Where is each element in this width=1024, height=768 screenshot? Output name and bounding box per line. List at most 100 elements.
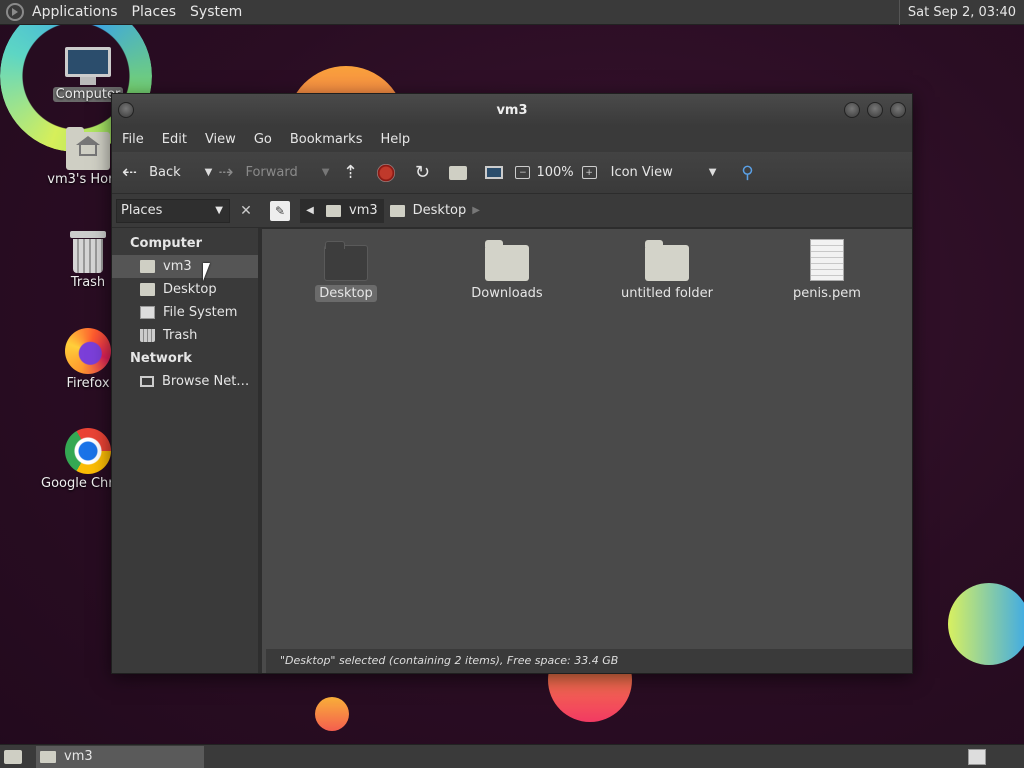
home-button[interactable] xyxy=(447,162,469,184)
file-view[interactable]: Desktop Downloads untitled folder penis.… xyxy=(262,228,912,673)
sidebar-header-computer: Computer xyxy=(130,236,203,251)
drive-icon xyxy=(140,306,155,319)
file-label: Desktop xyxy=(315,285,377,302)
location-bar: Places ▼ ✕ ✎ ◀ vm3 Desktop ▶ xyxy=(112,194,912,228)
file-manager-window: vm3 File Edit View Go Bookmarks Help ⇠ B… xyxy=(111,93,913,674)
sidebar-pane-select[interactable]: Places ▼ xyxy=(116,198,230,223)
home-folder-icon xyxy=(140,260,155,273)
forward-history-dropdown[interactable]: ▼ xyxy=(322,167,330,178)
view-mode-label: Icon View xyxy=(610,165,673,180)
chrome-icon xyxy=(65,428,111,474)
minimize-button[interactable] xyxy=(844,102,860,118)
menu-view[interactable]: View xyxy=(205,132,236,147)
show-desktop-icon[interactable] xyxy=(4,749,22,764)
sidebar-item-vm3[interactable]: vm3 xyxy=(112,255,258,278)
file-item-desktop[interactable]: Desktop xyxy=(286,239,406,302)
sidebar-item-label: Desktop xyxy=(163,282,217,297)
file-label: Downloads xyxy=(471,286,543,301)
up-arrow-icon[interactable]: ⇡ xyxy=(339,162,361,184)
sidebar-item-file-system[interactable]: File System xyxy=(112,301,258,324)
wallpaper-circle xyxy=(315,697,349,731)
taskbar-window-button[interactable]: vm3 xyxy=(36,745,204,768)
applications-menu[interactable]: Applications xyxy=(32,4,118,20)
home-icon xyxy=(449,165,468,180)
mouse-pointer-icon xyxy=(203,263,210,281)
taskbar-window-label: vm3 xyxy=(64,749,93,764)
window-titlebar[interactable]: vm3 xyxy=(112,94,912,126)
places-sidebar: Computer vm3 Desktop File System Trash N… xyxy=(112,228,262,673)
computer-button[interactable] xyxy=(483,162,505,184)
wallpaper-circle xyxy=(948,583,1024,665)
breadcrumb-desktop[interactable]: Desktop ▶ xyxy=(384,199,486,223)
chevron-down-icon: ▼ xyxy=(708,167,717,178)
firefox-icon xyxy=(65,328,111,374)
close-sidebar-icon[interactable]: ✕ xyxy=(236,201,256,221)
sidebar-pane-label: Places xyxy=(121,203,163,218)
zoom-out-icon[interactable]: − xyxy=(515,166,531,179)
workspace-switcher[interactable] xyxy=(968,748,986,765)
back-history-dropdown[interactable]: ▼ xyxy=(205,167,213,178)
window-menu-button[interactable] xyxy=(118,102,134,118)
bottom-panel: vm3 xyxy=(0,744,1024,768)
menu-bookmarks[interactable]: Bookmarks xyxy=(290,132,363,147)
toolbar: ⇠ Back ▼ ⇢ Forward ▼ ⇡ ↻ − 100% + Icon V… xyxy=(112,152,912,194)
stop-button[interactable] xyxy=(375,162,397,184)
close-button[interactable] xyxy=(890,102,906,118)
main-menu-icon[interactable] xyxy=(6,3,24,21)
zoom-in-icon[interactable]: + xyxy=(581,166,597,179)
places-menu[interactable]: Places xyxy=(132,4,177,20)
file-item-untitled-folder[interactable]: untitled folder xyxy=(607,239,727,302)
file-item-downloads[interactable]: Downloads xyxy=(447,239,567,302)
breadcrumb-right-icon[interactable]: ▶ xyxy=(472,205,480,216)
view-mode-select[interactable]: Icon View ▼ xyxy=(611,157,723,189)
forward-button[interactable]: ⇢ Forward xyxy=(218,157,297,189)
search-icon[interactable]: ⚲ xyxy=(736,162,758,184)
network-icon xyxy=(140,376,154,387)
folder-icon xyxy=(324,241,368,281)
back-button[interactable]: ⇠ Back xyxy=(122,157,181,189)
window-title: vm3 xyxy=(496,102,528,118)
menu-edit[interactable]: Edit xyxy=(162,132,187,147)
window-content: Computer vm3 Desktop File System Trash N… xyxy=(112,228,912,673)
breadcrumb-left-icon[interactable]: ◀ xyxy=(300,198,320,223)
file-item-penis-pem[interactable]: penis.pem xyxy=(767,239,887,302)
clock[interactable]: Sat Sep 2, 03:40 xyxy=(898,0,1024,25)
trash-icon xyxy=(140,329,155,342)
file-label: untitled folder xyxy=(620,286,713,301)
forward-label: Forward xyxy=(245,165,298,180)
sidebar-header-network: Network xyxy=(130,351,192,366)
folder-icon xyxy=(389,204,405,217)
sidebar-item-label: File System xyxy=(163,305,238,320)
folder-icon xyxy=(485,240,529,281)
sidebar-item-browse-network[interactable]: Browse Net… xyxy=(112,370,258,393)
menubar: File Edit View Go Bookmarks Help xyxy=(112,126,912,152)
home-folder-icon xyxy=(66,127,110,170)
document-icon xyxy=(810,239,844,281)
system-menu[interactable]: System xyxy=(190,4,242,20)
forward-arrow-icon: ⇢ xyxy=(218,162,234,183)
trash-icon xyxy=(70,231,106,273)
zoom-control[interactable]: − 100% + xyxy=(515,157,602,189)
breadcrumb-label: vm3 xyxy=(349,203,378,218)
desktop-icon-label: Trash xyxy=(70,275,106,290)
menu-file[interactable]: File xyxy=(122,132,144,147)
file-label: penis.pem xyxy=(793,286,861,301)
sidebar-item-label: Trash xyxy=(163,328,198,343)
folder-icon xyxy=(40,750,56,763)
breadcrumb-vm3[interactable]: vm3 xyxy=(320,198,384,223)
menu-go[interactable]: Go xyxy=(254,132,272,147)
sidebar-item-label: vm3 xyxy=(163,259,192,274)
home-folder-icon xyxy=(326,204,341,217)
menu-help[interactable]: Help xyxy=(380,132,410,147)
back-arrow-icon: ⇠ xyxy=(122,162,138,183)
reload-icon[interactable]: ↻ xyxy=(411,162,433,184)
edit-location-icon[interactable]: ✎ xyxy=(270,200,290,221)
zoom-level: 100% xyxy=(536,165,574,180)
sidebar-item-label: Browse Net… xyxy=(162,374,250,389)
maximize-button[interactable] xyxy=(867,102,883,118)
folder-icon xyxy=(645,240,689,281)
sidebar-item-desktop[interactable]: Desktop xyxy=(112,278,258,301)
top-panel: Applications Places System Sat Sep 2, 03… xyxy=(0,0,1024,25)
sidebar-item-trash[interactable]: Trash xyxy=(112,324,258,347)
computer-icon xyxy=(65,47,111,85)
